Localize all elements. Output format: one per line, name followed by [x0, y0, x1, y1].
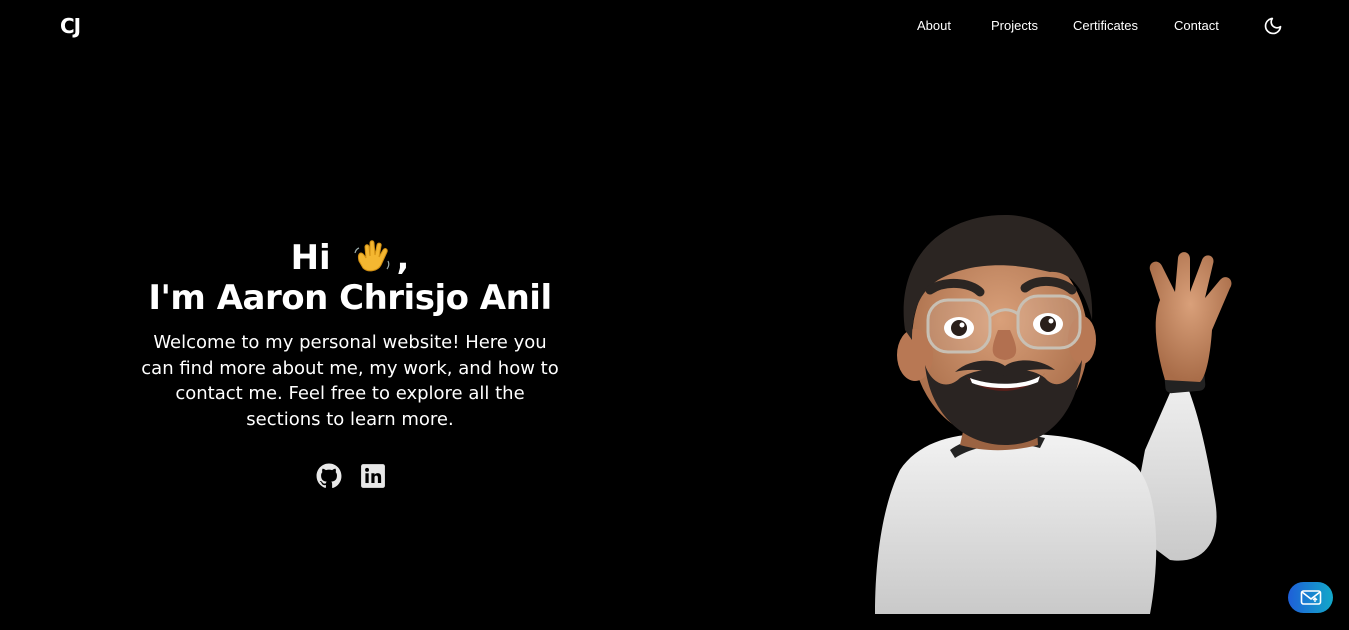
greeting-text: Hi — [290, 238, 331, 278]
hero-section: Hi , I'm Aaron Chrisjo Anil Welcome to m… — [130, 238, 570, 432]
page: CJ About Projects Certificates Contact H… — [0, 0, 1349, 630]
nav-about[interactable]: About — [917, 18, 951, 33]
name-heading: I'm Aaron Chrisjo Anil — [148, 278, 552, 318]
github-icon[interactable] — [316, 463, 342, 489]
mail-fab-button[interactable] — [1288, 582, 1333, 613]
moon-icon[interactable] — [1263, 16, 1283, 36]
nav-projects[interactable]: Projects — [991, 18, 1038, 33]
greeting-heading: Hi , — [130, 238, 570, 278]
greeting-comma: , — [396, 238, 410, 278]
intro-text: Welcome to my personal website! Here you… — [141, 332, 559, 430]
nav-certificates[interactable]: Certificates — [1073, 18, 1138, 33]
social-links — [316, 463, 386, 489]
mail-icon — [1300, 589, 1321, 605]
memoji-avatar-waving — [875, 215, 1232, 614]
linkedin-icon[interactable] — [360, 463, 386, 489]
site-logo[interactable]: CJ — [60, 14, 81, 38]
waving-hand-icon — [353, 240, 389, 272]
nav-contact[interactable]: Contact — [1174, 18, 1219, 33]
